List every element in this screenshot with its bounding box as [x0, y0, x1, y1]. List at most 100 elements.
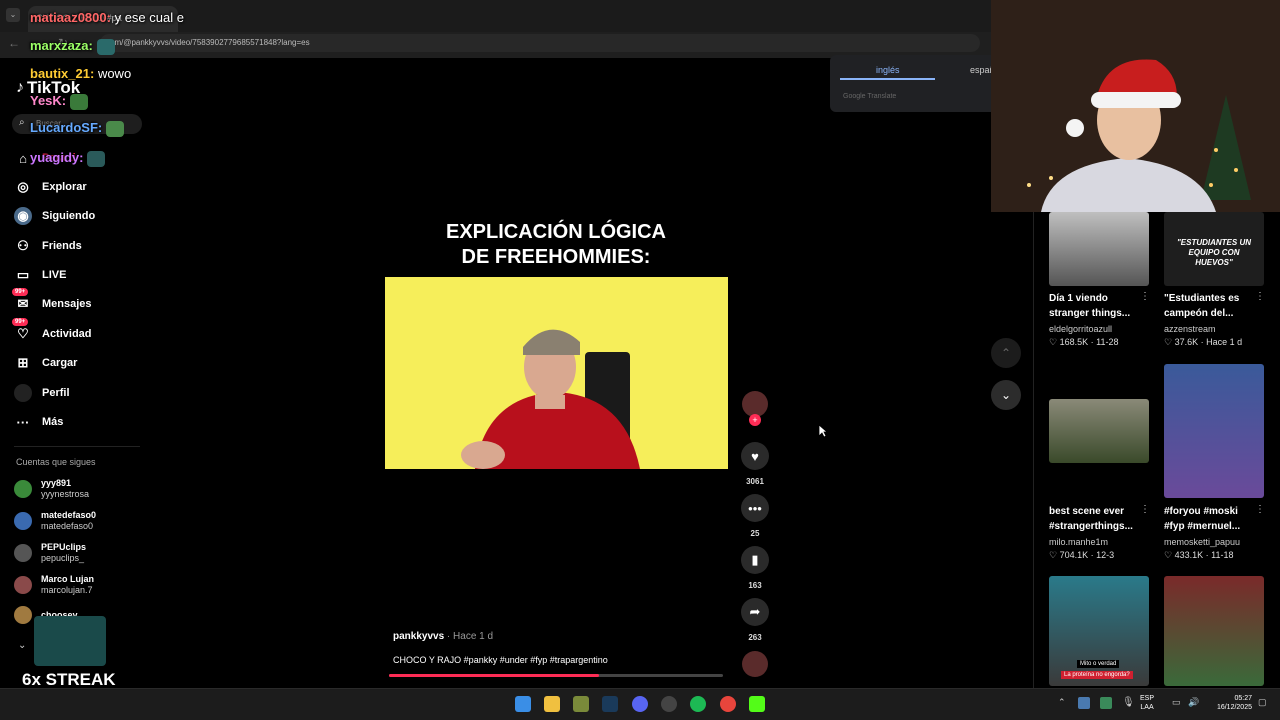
- share-button[interactable]: ➦ 263: [740, 598, 770, 642]
- emote-icon: [70, 93, 89, 110]
- title-line-1: EXPLICACIÓN LÓGICA: [445, 221, 666, 243]
- card-thumbnail[interactable]: Mito o verdad La proteína no engorda?: [1049, 576, 1149, 686]
- card-title[interactable]: Día 1 viendo stranger things...: [1049, 291, 1144, 321]
- nav-perfil[interactable]: Perfil: [14, 380, 70, 406]
- volume-icon[interactable]: 🔊: [1188, 697, 1199, 708]
- clock-date: 16/12/2025: [1216, 704, 1252, 711]
- clock-time: 05:27: [1234, 695, 1252, 702]
- mic-icon[interactable]: 🎙: [1122, 697, 1135, 708]
- following-item[interactable]: yyy891 yyynestrosa: [14, 478, 89, 500]
- nav-label: Perfil: [42, 387, 70, 399]
- live-icon: ▭: [16, 267, 30, 282]
- video-author[interactable]: pankkyvvs · Hace 1 d: [393, 631, 493, 642]
- card-thumbnail[interactable]: [1164, 576, 1264, 686]
- kick-icon[interactable]: [749, 696, 765, 712]
- chevron-down-icon[interactable]: ⌄: [18, 640, 26, 651]
- following-icon: ◉: [14, 207, 32, 225]
- windows-start-icon[interactable]: [515, 696, 531, 712]
- nav-label: Actividad: [42, 328, 92, 340]
- chevron-up-icon[interactable]: ⌃: [991, 338, 1021, 368]
- chrome-icon[interactable]: [720, 696, 736, 712]
- card-thumbnail[interactable]: "ESTUDIANTES UN EQUIPO CON HUEVOS": [1164, 212, 1264, 286]
- like-button[interactable]: ♥ 3061: [740, 442, 770, 486]
- tab-list-button[interactable]: ⌄: [6, 8, 20, 22]
- messages-badge: 99+: [12, 288, 29, 296]
- follow-name: matedefaso0: [41, 510, 97, 520]
- nav-mensajes[interactable]: ✉ 99+ Mensajes: [12, 288, 92, 317]
- card-author[interactable]: memosketti_papuu: [1164, 537, 1240, 547]
- save-count: 163: [748, 581, 762, 590]
- follow-name: Marco Lujan: [41, 574, 95, 584]
- spotify-icon[interactable]: [690, 696, 706, 712]
- clock[interactable]: 05:27 16/12/2025: [1208, 694, 1252, 712]
- video-player[interactable]: [385, 277, 728, 469]
- language-indicator[interactable]: ESP LAA: [1140, 694, 1154, 712]
- nav-mas[interactable]: ··· Más: [14, 409, 64, 435]
- card-title[interactable]: #foryou #moski #fyp #mernuel...: [1164, 504, 1259, 534]
- nav-cargar[interactable]: ⊞ Cargar: [14, 350, 78, 376]
- like-count: 3061: [746, 477, 764, 486]
- follow-name: PEPUclips: [41, 542, 87, 552]
- chat-text: wowo: [97, 66, 132, 81]
- more-icon[interactable]: ⋮: [1255, 291, 1265, 302]
- comment-icon: •••: [741, 494, 769, 522]
- video-caption[interactable]: CHOCO Y RAJO #pankky #under #fyp #trapar…: [393, 655, 608, 665]
- avatar: [14, 512, 32, 530]
- card-thumbnail[interactable]: [1164, 364, 1264, 498]
- following-item[interactable]: PEPUclips pepuclips_: [14, 542, 86, 564]
- mouse-cursor-icon: [818, 424, 828, 438]
- tray-icon[interactable]: [1100, 697, 1112, 709]
- compass-icon: ◎: [17, 179, 29, 194]
- more-icon[interactable]: ⋮: [1140, 504, 1150, 515]
- card-stats: ♡ 433.1K · 11-18: [1164, 550, 1234, 560]
- obs-icon[interactable]: [661, 696, 677, 712]
- translate-tab-indicator: [840, 78, 935, 80]
- video-progress-fill: [389, 674, 600, 677]
- activity-badge: 99+: [12, 318, 29, 326]
- comment-button[interactable]: ••• 25: [740, 494, 770, 538]
- chat-message: bautix_21: wowo: [30, 66, 131, 81]
- card-title[interactable]: best scene ever #strangerthings...: [1049, 504, 1144, 534]
- card-author[interactable]: azzenstream: [1164, 324, 1216, 334]
- address-bar[interactable]: om/@pankkyvvs/video/7583902779685571848?…: [100, 34, 980, 52]
- nav-friends[interactable]: ⚇ Friends: [14, 233, 82, 259]
- chat-text: y ese cual e: [114, 10, 184, 25]
- translate-lang-from[interactable]: inglés: [876, 65, 900, 75]
- upload-icon: ⊞: [17, 355, 29, 370]
- sound-disc-icon[interactable]: [742, 651, 768, 677]
- author-name[interactable]: pankkyvvs: [393, 631, 444, 642]
- more-icon[interactable]: ⋮: [1140, 291, 1150, 302]
- network-icon[interactable]: ▭: [1172, 697, 1181, 708]
- card-thumbnail[interactable]: [1049, 212, 1149, 286]
- app-icon[interactable]: [573, 696, 589, 712]
- nav-label: Cargar: [42, 357, 78, 369]
- steam-icon[interactable]: [602, 696, 618, 712]
- nav-live[interactable]: ▭ LIVE: [14, 262, 67, 288]
- more-icon[interactable]: ⋮: [1255, 504, 1265, 515]
- card-title[interactable]: "Estudiantes es campeón del...: [1164, 291, 1259, 321]
- follow-plus-icon[interactable]: +: [749, 414, 761, 426]
- following-item[interactable]: Marco Lujan marcolujan.7: [14, 574, 94, 596]
- following-item[interactable]: matedefaso0 matedefaso0: [14, 510, 96, 532]
- card-date: Hace 1 d: [1206, 337, 1243, 347]
- chevron-up-icon[interactable]: ⌃: [1058, 697, 1066, 708]
- heart-icon: ♡: [1049, 337, 1060, 347]
- emote-icon: [34, 616, 106, 666]
- comment-count: 25: [750, 529, 760, 538]
- card-author[interactable]: eldelgorritoazull: [1049, 324, 1112, 334]
- follow-handle: matedefaso0: [41, 521, 94, 531]
- card-thumbnail[interactable]: [1049, 399, 1149, 463]
- card-author[interactable]: milo.manhe1m: [1049, 537, 1108, 547]
- discord-icon[interactable]: [632, 696, 648, 712]
- nav-explorar[interactable]: ◎ Explorar: [14, 174, 86, 200]
- save-button[interactable]: ▮ 163: [740, 546, 770, 590]
- tray-icon[interactable]: [1078, 697, 1090, 709]
- file-explorer-icon[interactable]: [544, 696, 560, 712]
- nav-actividad[interactable]: ♡ 99+ Actividad: [12, 318, 92, 347]
- back-icon[interactable]: ←: [8, 36, 20, 50]
- notification-icon[interactable]: ▢: [1258, 697, 1267, 708]
- messages-icon: ✉ 99+: [12, 288, 32, 313]
- avatar: [14, 606, 32, 624]
- nav-siguiendo[interactable]: ◉ Siguiendo: [14, 203, 95, 229]
- chevron-down-icon[interactable]: ⌄: [991, 380, 1021, 410]
